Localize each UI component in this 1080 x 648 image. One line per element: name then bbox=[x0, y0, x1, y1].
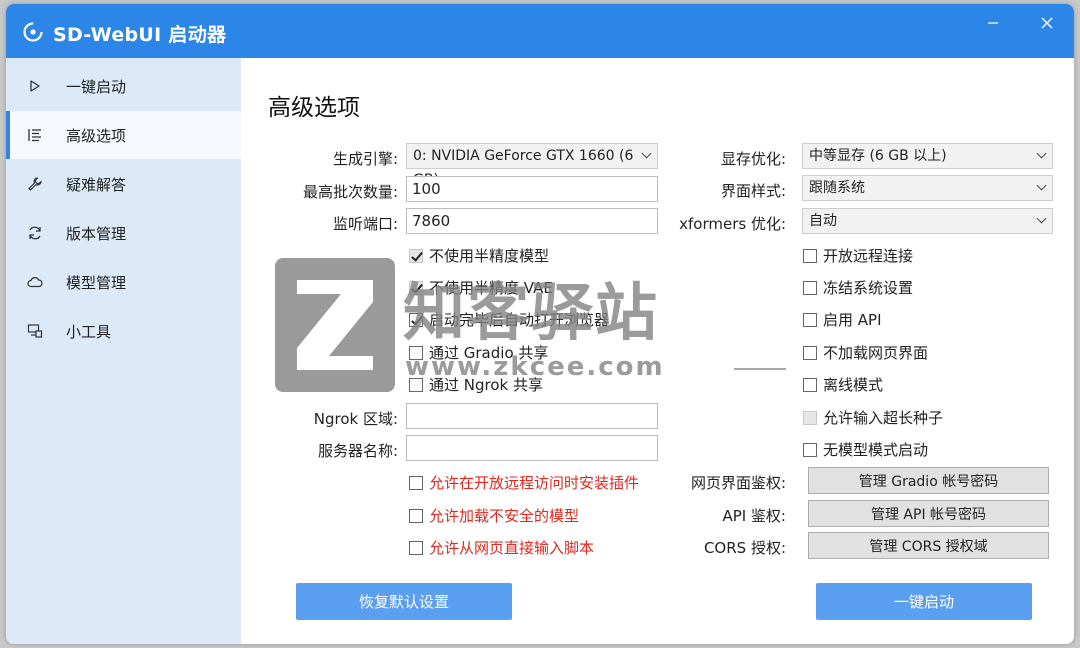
checkbox-no-model-start[interactable]: 无模型模式启动 bbox=[803, 439, 928, 460]
checkbox-listen-remote[interactable]: 开放远程连接 bbox=[803, 245, 913, 266]
watermark-z-icon bbox=[297, 280, 373, 370]
sidebar-item-tools[interactable]: 小工具 bbox=[6, 307, 241, 355]
sidebar-item-troubleshoot[interactable]: 疑难解答 bbox=[6, 160, 241, 208]
sidebar-item-label: 疑难解答 bbox=[66, 175, 127, 194]
sidebar-item-models[interactable]: 模型管理 bbox=[6, 258, 241, 306]
watermark-url: www.zkcee.com bbox=[405, 352, 665, 382]
sidebar: 一键启动 高级选项 疑难解答 版本管理 模型管理 小工具 bbox=[6, 58, 241, 644]
checkbox-box bbox=[803, 377, 817, 392]
checkbox-label: 开放远程连接 bbox=[823, 247, 914, 265]
page-title: 高级选项 bbox=[268, 95, 360, 121]
checkbox-label: 允许从网页直接输入脚本 bbox=[429, 539, 595, 557]
checkbox-label: 启用 API bbox=[823, 311, 882, 329]
tools-icon bbox=[26, 322, 44, 340]
checkbox-allow-unsafe-models[interactable]: 允许加载不安全的模型 bbox=[409, 505, 579, 526]
vram-select-value: 中等显存 (6 GB 以上) bbox=[809, 148, 947, 164]
watermark-logo bbox=[275, 258, 395, 392]
checkbox-label: 允许在开放远程访问时安装插件 bbox=[429, 474, 640, 492]
watermark-text: 知客驿站 bbox=[403, 276, 660, 349]
chevron-down-icon bbox=[1036, 148, 1047, 159]
manage-cors-button[interactable]: 管理 CORS 授权域 bbox=[808, 532, 1049, 559]
minimize-button[interactable] bbox=[980, 12, 1006, 34]
batch-label: 最高批次数量: bbox=[302, 183, 398, 201]
checkbox-box bbox=[409, 248, 423, 263]
batch-input[interactable]: 100 bbox=[406, 176, 658, 202]
api-auth-label: API 鉴权: bbox=[722, 507, 786, 525]
sidebar-item-label: 高级选项 bbox=[66, 126, 127, 145]
checkbox-box bbox=[409, 508, 423, 523]
checkbox-box bbox=[409, 540, 423, 555]
wrench-icon bbox=[26, 175, 44, 193]
list-icon bbox=[26, 126, 44, 144]
launch-button[interactable]: 一键启动 bbox=[816, 583, 1032, 620]
ngrok-region-input[interactable] bbox=[406, 403, 658, 429]
server-name-label: 服务器名称: bbox=[317, 442, 398, 460]
sidebar-item-label: 小工具 bbox=[66, 322, 112, 341]
port-input[interactable]: 7860 bbox=[406, 208, 658, 234]
vram-label: 显存优化: bbox=[720, 150, 786, 168]
checkbox-label: 离线模式 bbox=[823, 376, 884, 394]
manage-gradio-auth-button[interactable]: 管理 Gradio 帐号密码 bbox=[808, 467, 1049, 494]
xformers-label: xformers 优化: bbox=[679, 215, 786, 233]
engine-select[interactable]: 0: NVIDIA GeForce GTX 1660 (6 GB) bbox=[406, 143, 658, 188]
port-label: 监听端口: bbox=[332, 215, 398, 233]
sidebar-item-label: 一键启动 bbox=[66, 77, 127, 96]
checkbox-allow-install-extensions[interactable]: 允许在开放远程访问时安装插件 bbox=[409, 472, 639, 493]
watermark-divider bbox=[734, 368, 786, 370]
checkbox-long-seed[interactable]: 允许输入超长种子 bbox=[803, 407, 943, 428]
theme-select-value: 跟随系统 bbox=[809, 180, 865, 196]
webui-auth-label: 网页界面鉴权: bbox=[690, 474, 786, 492]
checkbox-box bbox=[803, 280, 817, 295]
engine-label: 生成引擎: bbox=[332, 150, 398, 168]
title-bar: SD-WebUI 启动器 bbox=[6, 4, 1074, 58]
checkbox-box bbox=[803, 312, 817, 327]
checkbox-box bbox=[803, 345, 817, 360]
xformers-select-value: 自动 bbox=[809, 213, 837, 229]
checkbox-offline-mode[interactable]: 离线模式 bbox=[803, 374, 883, 395]
xformers-select[interactable]: 自动 bbox=[802, 208, 1053, 234]
cloud-icon bbox=[26, 273, 44, 291]
sidebar-item-label: 版本管理 bbox=[66, 224, 127, 243]
checkbox-box bbox=[803, 248, 817, 263]
close-icon bbox=[1041, 17, 1053, 29]
checkbox-allow-code-input[interactable]: 允许从网页直接输入脚本 bbox=[409, 537, 594, 558]
minimize-icon bbox=[988, 22, 998, 24]
vram-select[interactable]: 中等显存 (6 GB 以上) bbox=[802, 143, 1053, 169]
checkbox-enable-api[interactable]: 启用 API bbox=[803, 309, 882, 330]
checkbox-label: 允许输入超长种子 bbox=[823, 409, 944, 427]
checkbox-freeze-settings[interactable]: 冻结系统设置 bbox=[803, 277, 913, 298]
checkbox-label: 冻结系统设置 bbox=[823, 279, 914, 297]
chevron-down-icon bbox=[1036, 180, 1047, 191]
app-logo-icon bbox=[23, 22, 43, 42]
refresh-icon bbox=[26, 224, 44, 242]
cors-label: CORS 授权: bbox=[703, 539, 786, 557]
theme-select[interactable]: 跟随系统 bbox=[802, 175, 1053, 201]
play-icon bbox=[26, 77, 44, 95]
reset-defaults-button[interactable]: 恢复默认设置 bbox=[296, 583, 512, 620]
app-title: SD-WebUI 启动器 bbox=[53, 24, 227, 46]
close-button[interactable] bbox=[1034, 12, 1060, 34]
sidebar-item-versions[interactable]: 版本管理 bbox=[6, 209, 241, 257]
chevron-down-icon bbox=[641, 148, 652, 159]
sidebar-item-launch[interactable]: 一键启动 bbox=[6, 62, 241, 110]
theme-label: 界面样式: bbox=[720, 182, 786, 200]
sidebar-item-label: 模型管理 bbox=[66, 273, 127, 292]
server-name-input[interactable] bbox=[406, 435, 658, 461]
ngrok-region-label: Ngrok 区域: bbox=[313, 410, 398, 428]
manage-api-auth-button[interactable]: 管理 API 帐号密码 bbox=[808, 500, 1049, 527]
checkbox-box bbox=[803, 410, 817, 425]
checkbox-label: 允许加载不安全的模型 bbox=[429, 507, 580, 525]
checkbox-label: 无模型模式启动 bbox=[823, 441, 929, 459]
checkbox-box bbox=[409, 475, 423, 490]
checkbox-nowebui[interactable]: 不加载网页界面 bbox=[803, 342, 928, 363]
chevron-down-icon bbox=[1036, 213, 1047, 224]
checkbox-label: 不加载网页界面 bbox=[823, 344, 929, 362]
sidebar-item-advanced[interactable]: 高级选项 bbox=[6, 111, 241, 159]
checkbox-box bbox=[803, 442, 817, 457]
